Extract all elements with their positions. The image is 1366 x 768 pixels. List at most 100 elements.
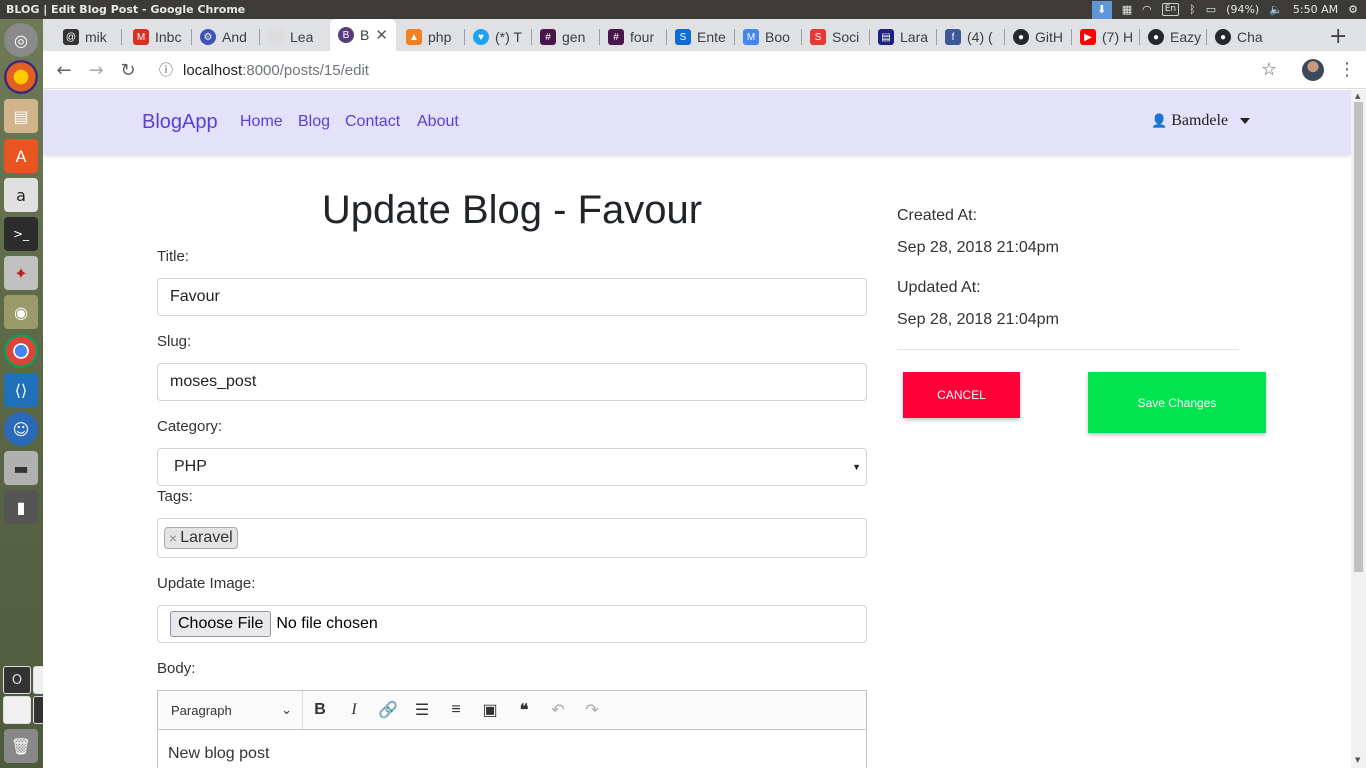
slug-input[interactable]: moses_post [157, 363, 867, 401]
undo-icon[interactable]: ↶ [541, 691, 575, 729]
workspace-3[interactable] [3, 696, 31, 724]
tab-14[interactable]: ● GitH [1013, 23, 1068, 51]
vscode-icon[interactable]: ⟨⟩ [4, 373, 38, 407]
bookmark-star-icon[interactable]: ☆ [1261, 59, 1277, 80]
settings-icon[interactable]: ✦ [4, 256, 38, 290]
nav-contact[interactable]: Contact [345, 113, 400, 131]
address-bar[interactable]: ⓘ localhost:8000/posts/15/edit [159, 56, 1259, 84]
nav-about[interactable]: About [417, 113, 459, 131]
editor-toolbar: Paragraph ⌄ B I 🔗 ☰ ≡ ▣ ❝ ↶ ↷ [157, 690, 867, 730]
tab-9[interactable]: S Ente [675, 23, 730, 51]
youtube-icon: ▶ [1080, 29, 1096, 45]
tab-8[interactable]: # four [608, 23, 663, 51]
menu-kebab-icon[interactable]: ⋮ [1338, 59, 1356, 80]
clock[interactable]: 5:50 AM [1293, 3, 1338, 16]
workspace-1[interactable]: O [3, 666, 31, 694]
forward-icon[interactable]: → [83, 57, 109, 83]
volume-icon[interactable]: 🔈 [1269, 3, 1283, 16]
tags-input[interactable]: × Laravel [157, 518, 867, 558]
tab-3[interactable]: Lea [268, 23, 323, 51]
blockquote-icon[interactable]: ❝ [507, 691, 541, 729]
tag-remove-icon[interactable]: × [169, 530, 177, 546]
tab-6[interactable]: ♥ (*) T [473, 23, 528, 51]
link-icon[interactable]: 🔗 [371, 691, 405, 729]
tab-active[interactable]: B B ✕ [330, 19, 396, 51]
image-file-input[interactable]: Choose File No file chosen [157, 605, 867, 643]
brand-link[interactable]: BlogApp [142, 111, 218, 134]
doc-icon: ▤ [878, 29, 894, 45]
power-icon[interactable]: ⚙ [1348, 3, 1358, 16]
back-icon[interactable]: ← [51, 57, 77, 83]
tab-favicon-icon: @ [63, 29, 79, 45]
bluetooth-icon[interactable]: ᛒ [1189, 3, 1196, 16]
tab-16[interactable]: ● Eazy [1148, 23, 1203, 51]
drive-icon[interactable]: ▬ [4, 451, 38, 485]
accessibility-icon[interactable]: ☺ [4, 412, 38, 446]
cancel-button[interactable]: CANCEL [903, 372, 1020, 418]
terminal-icon[interactable]: >_ [4, 217, 38, 251]
slack-icon: # [608, 29, 624, 45]
scroll-up-icon[interactable]: ▲ [1355, 92, 1360, 100]
files-icon[interactable]: ▤ [4, 99, 38, 133]
tab-close-icon[interactable]: ✕ [375, 26, 388, 44]
battery-percent: (94%) [1226, 3, 1260, 16]
image-icon[interactable]: ▣ [473, 691, 507, 729]
nav-blog[interactable]: Blog [298, 113, 330, 131]
chrome-icon[interactable] [4, 334, 38, 368]
keyboard-layout[interactable]: En [1161, 3, 1180, 16]
wifi-icon[interactable]: ◠ [1142, 3, 1152, 16]
tab-2[interactable]: ⚙ And [200, 23, 255, 51]
battery-icon[interactable]: ▭ [1206, 3, 1216, 16]
media-icon[interactable]: ◉ [4, 295, 38, 329]
user-dropdown[interactable]: 👤 Bamdele [1151, 112, 1251, 130]
tab-5[interactable]: ▲ php [406, 23, 461, 51]
category-select[interactable]: PHP ▼ [157, 448, 867, 486]
scrollbar-thumb[interactable] [1354, 102, 1363, 572]
bold-icon[interactable]: B [303, 691, 337, 729]
bulleted-list-icon[interactable]: ☰ [405, 691, 439, 729]
gmail-icon: M [133, 29, 149, 45]
browser-toolbar: ← → ↻ ⓘ localhost:8000/posts/15/edit ☆ ⋮ [43, 51, 1366, 89]
page-scrollbar[interactable]: ▲ ▼ [1351, 90, 1366, 768]
profile-avatar[interactable] [1302, 59, 1324, 81]
italic-icon[interactable]: I [337, 691, 371, 729]
page-title: Update Blog - Favour [321, 188, 703, 232]
device-icon[interactable]: ▮ [4, 490, 38, 524]
reload-icon[interactable]: ↻ [115, 57, 141, 83]
twitter-icon: ♥ [473, 29, 489, 45]
trash-icon[interactable]: 🗑 [4, 729, 38, 763]
download-indicator-icon[interactable]: ⬇ [1091, 0, 1112, 19]
tab-7[interactable]: # gen [540, 23, 595, 51]
info-icon[interactable]: ⓘ [159, 60, 173, 80]
slack-icon: # [540, 29, 556, 45]
tags-label: Tags: [157, 488, 193, 505]
choose-file-button[interactable]: Choose File [170, 611, 272, 637]
tab-11[interactable]: S Soci [810, 23, 865, 51]
save-changes-button[interactable]: Save Changes [1088, 372, 1266, 433]
new-tab-button[interactable]: + [1329, 24, 1347, 49]
tab-17[interactable]: ● Cha [1215, 23, 1270, 51]
tab-12[interactable]: ▤ Lara [878, 23, 933, 51]
tab-1[interactable]: M Inbc [133, 23, 188, 51]
format-dropdown[interactable]: Paragraph ⌄ [158, 691, 303, 729]
amazon-icon[interactable]: a [4, 178, 38, 212]
dash-home-icon[interactable]: ◎ [4, 23, 38, 57]
title-input[interactable]: Favour [157, 278, 867, 316]
editor-content[interactable]: New blog post [157, 730, 867, 768]
tab-15[interactable]: ▶ (7) H [1080, 23, 1135, 51]
redo-icon[interactable]: ↷ [575, 691, 609, 729]
nav-home[interactable]: Home [240, 113, 283, 131]
slug-label: Slug: [157, 333, 192, 350]
grid-icon[interactable]: ▦ [1122, 3, 1132, 16]
slug-value: moses_post [170, 373, 257, 390]
numbered-list-icon[interactable]: ≡ [439, 691, 473, 729]
scroll-down-icon[interactable]: ▼ [1355, 756, 1360, 764]
software-center-icon[interactable]: A [4, 139, 38, 173]
chevron-down-icon: ⌄ [281, 702, 292, 717]
created-value: Sep 28, 2018 21:04pm [897, 239, 1059, 256]
divider [897, 349, 1239, 350]
tab-10[interactable]: M Boo [743, 23, 798, 51]
tab-0[interactable]: @ mik [63, 23, 118, 51]
tab-13[interactable]: f (4) ( [945, 23, 1000, 51]
firefox-icon[interactable] [4, 60, 38, 94]
